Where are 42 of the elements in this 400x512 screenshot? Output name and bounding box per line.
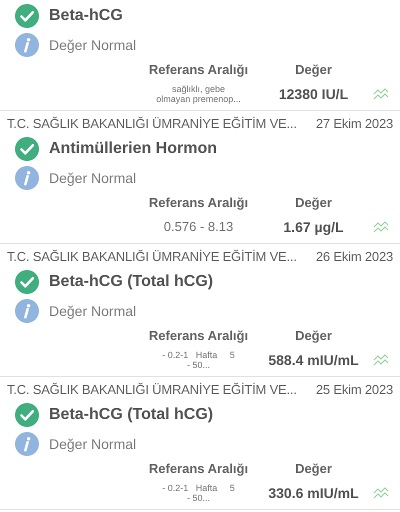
column-header: Değer (294, 327, 333, 346)
check-icon (15, 403, 39, 427)
check-icon (15, 137, 39, 161)
test-value: 12380 IU/L (278, 84, 350, 104)
info-icon (15, 166, 39, 190)
reference-range: - 0.2-1 Hafta 5 - 50... (161, 482, 236, 504)
info-icon (15, 33, 39, 57)
column-header: Referans Aralığı (148, 194, 250, 212)
column-header: Değer (294, 61, 333, 80)
status-text: Değer Normal (49, 302, 136, 321)
column-header: Değer (294, 194, 333, 212)
lab-source: T.C. SAĞLIK BAKANLIĞI ÜMRANİYE EĞİTİM VE... (7, 115, 297, 134)
info-icon (15, 299, 39, 323)
test-title: Beta-hCG (Total hCG) (49, 272, 214, 292)
reference-range: sağlıklı, gebe olmayan premenop... (155, 84, 242, 104)
lab-source: T.C. SAĞLIK BAKANLIĞI ÜMRANİYE EĞİTİM VE... (7, 381, 297, 400)
trend-chart-icon[interactable] (373, 221, 389, 233)
check-icon (15, 270, 39, 294)
reference-range: 0.576 - 8.13 (162, 220, 234, 234)
trend-chart-icon[interactable] (373, 354, 389, 366)
column-header: Değer (294, 460, 333, 478)
test-value: 588.4 mIU/mL (267, 350, 360, 370)
column-header: Referans Aralığı (148, 61, 250, 80)
result-date: 25 Ekim 2023 (316, 381, 393, 400)
test-value: 330.6 mIU/mL (267, 484, 360, 502)
result-date: 26 Ekim 2023 (316, 248, 393, 266)
reference-range: - 0.2-1 Hafta 5 - 50... (161, 350, 236, 370)
info-icon (15, 432, 39, 456)
test-title: Beta-hCG (Total hCG) (49, 405, 214, 425)
column-header: Referans Aralığı (148, 460, 250, 478)
status-text: Değer Normal (49, 434, 136, 454)
check-icon (15, 4, 39, 28)
test-title: Antimüllerien Hormon (49, 139, 218, 159)
result-date: 27 Ekim 2023 (316, 115, 393, 134)
status-text: Değer Normal (49, 36, 136, 55)
test-value: 1.67 µg/L (282, 218, 345, 237)
test-title: Beta-hCG (49, 6, 123, 26)
status-text: Değer Normal (49, 168, 136, 188)
column-header: Referans Aralığı (148, 327, 250, 346)
lab-source: T.C. SAĞLIK BAKANLIĞI ÜMRANİYE EĞİTİM VE... (7, 248, 297, 266)
trend-chart-icon[interactable] (373, 88, 389, 100)
trend-chart-icon[interactable] (373, 487, 389, 499)
